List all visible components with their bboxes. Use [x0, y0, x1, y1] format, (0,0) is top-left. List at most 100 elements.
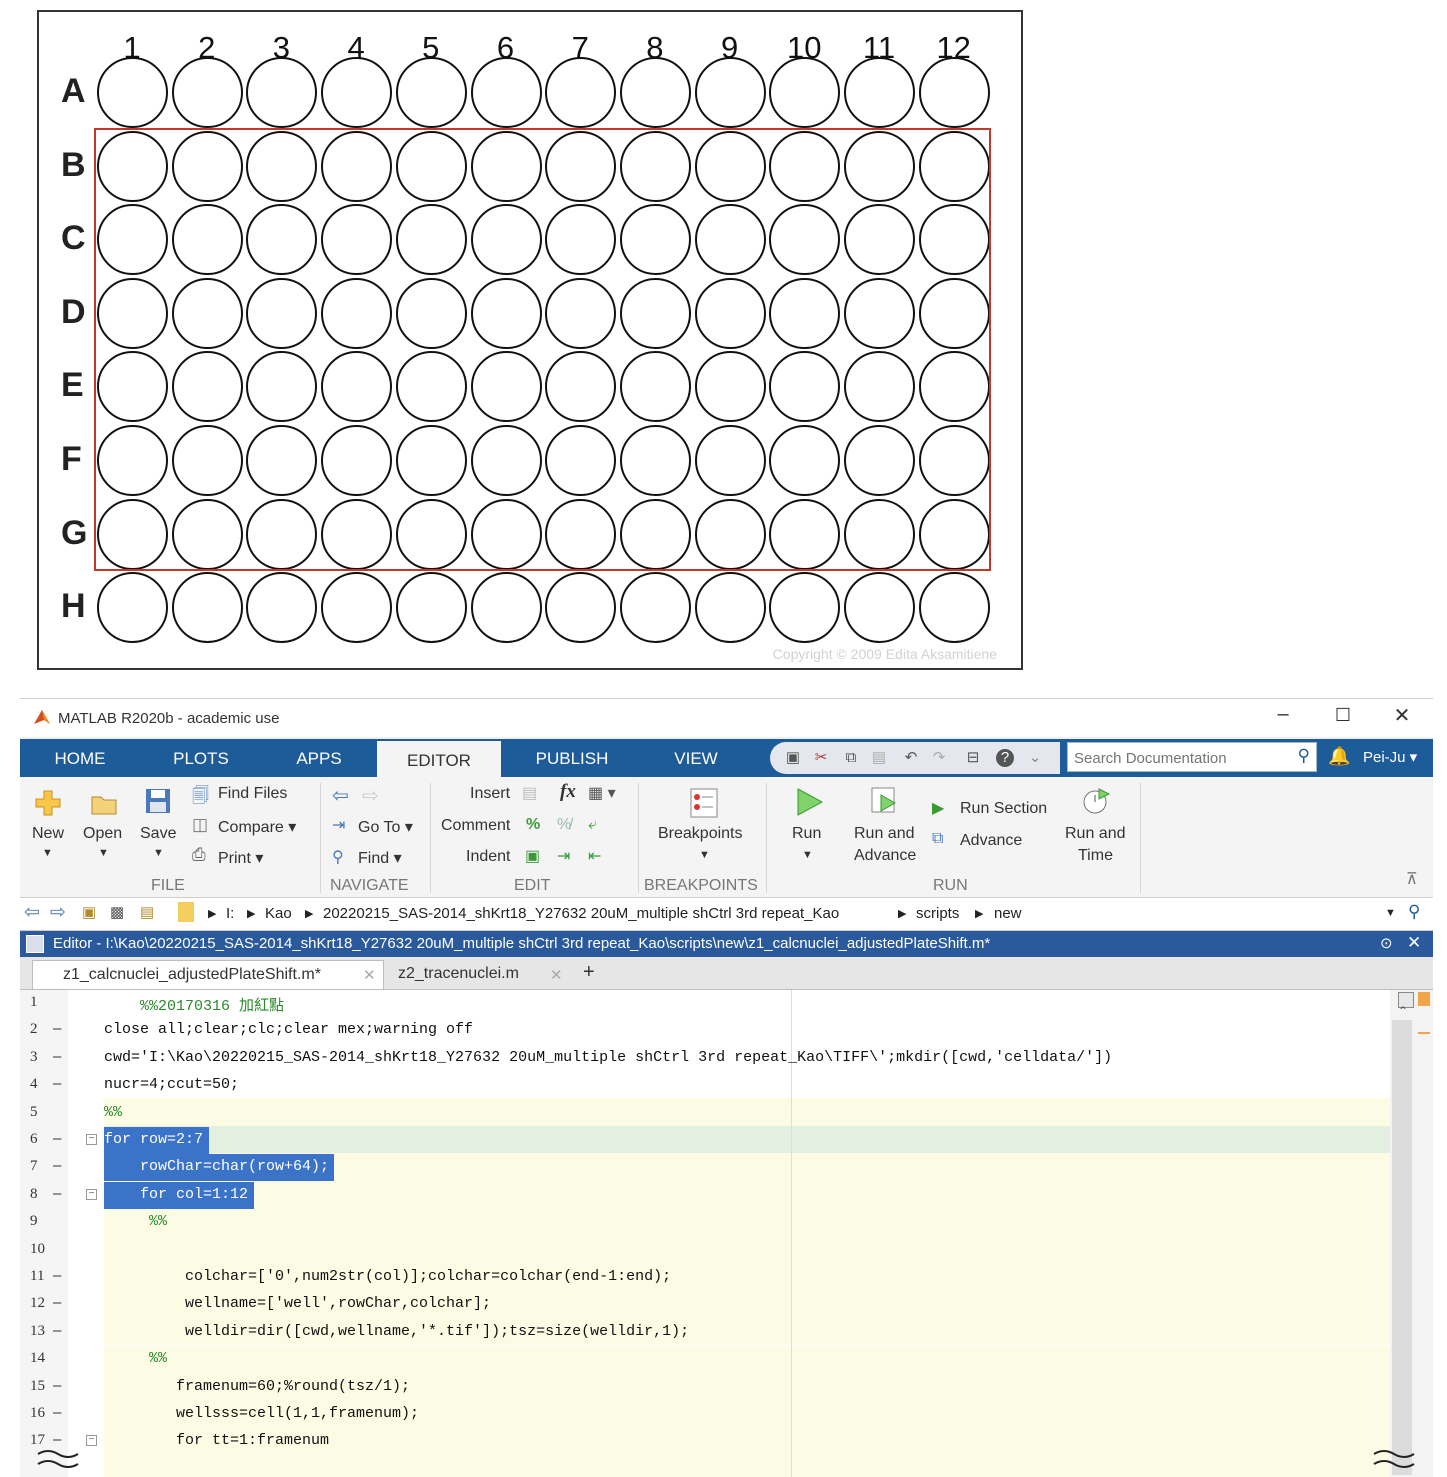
run-section-button[interactable]: Run Section [960, 800, 1047, 818]
compare-button[interactable]: Compare ▾ [218, 817, 296, 837]
run-and-time-button-line2[interactable]: Time [1078, 847, 1113, 865]
code-line[interactable]: 6– − for row=2:7 [20, 1127, 1390, 1154]
breakpoint-marker[interactable]: – [53, 1431, 61, 1448]
collapse-toolstrip-icon[interactable]: ⊼ [1406, 869, 1418, 889]
decrease-indent-icon[interactable]: ⇤ [588, 846, 601, 866]
minimize-button[interactable]: – [1263, 703, 1303, 726]
comment-button[interactable]: Comment [441, 817, 510, 835]
redo-icon[interactable]: ↷ [930, 749, 948, 767]
insert-section-icon[interactable]: ▤ [522, 783, 537, 803]
code-analyzer-indicator[interactable] [1418, 992, 1430, 1006]
breakpoint-marker[interactable]: – [53, 1267, 61, 1284]
code-line[interactable]: 17– − for tt=1:framenum [20, 1428, 1390, 1455]
code-line[interactable]: 10 [20, 1237, 1390, 1264]
breakpoint-marker[interactable]: – [53, 1404, 61, 1421]
wrap-comments-icon[interactable]: ⤶ [588, 816, 597, 834]
scroll-thumb[interactable] [1392, 1020, 1412, 1475]
insert-function-icon[interactable]: fx [560, 781, 576, 803]
advance-button[interactable]: Advance [960, 832, 1022, 850]
editor-actions-icon[interactable]: ⊙ [1380, 934, 1393, 952]
new-button[interactable]: New [32, 825, 64, 843]
open-button[interactable]: Open [83, 825, 122, 843]
code-line[interactable]: 11– colchar=['0',num2str(col)];colchar=c… [20, 1264, 1390, 1291]
path-back-icon[interactable]: ⇦ [24, 901, 40, 924]
path-search-icon[interactable]: ⚲ [1408, 902, 1420, 922]
user-account-menu[interactable]: Pei-Ju ▾ [1363, 748, 1417, 766]
code-line[interactable]: 4– nucr=4;ccut=50; [20, 1072, 1390, 1099]
save-quick-icon[interactable]: ▣ [784, 749, 802, 767]
help-icon[interactable]: ? [996, 749, 1014, 767]
code-line[interactable]: 14 %% [20, 1346, 1390, 1373]
back-arrow-icon[interactable]: ⇦ [332, 783, 349, 808]
breakpoint-marker[interactable]: – [53, 1020, 61, 1037]
save-dropdown-icon[interactable]: ▼ [153, 847, 164, 859]
breakpoint-marker[interactable]: – [53, 1185, 61, 1202]
browse-folder-icon[interactable]: ▩ [110, 903, 124, 921]
search-documentation[interactable]: ⚲ [1067, 742, 1317, 772]
copy-icon[interactable]: ⧉ [842, 749, 860, 767]
code-line[interactable]: 15– framenum=60;%round(tsz/1); [20, 1374, 1390, 1401]
fold-toggle-icon[interactable]: − [86, 1435, 97, 1447]
insert-button[interactable]: Insert [470, 785, 510, 803]
dropdown-chevron-icon[interactable]: ⌄ [1026, 749, 1044, 767]
run-button[interactable]: Run [792, 825, 821, 843]
folder-tree-icon[interactable]: ▤ [140, 903, 154, 921]
close-button[interactable]: ✕ [1382, 703, 1422, 728]
paste-icon[interactable]: ▤ [870, 749, 888, 767]
goto-button[interactable]: Go To ▾ [358, 817, 413, 837]
breakpoint-marker[interactable]: – [53, 1157, 61, 1174]
breakpoint-marker[interactable]: – [53, 1377, 61, 1394]
breadcrumb-experiment[interactable]: 20220215_SAS-2014_shKrt18_Y27632 20uM_mu… [323, 905, 839, 922]
breakpoints-dropdown-icon[interactable]: ▼ [699, 849, 710, 861]
path-dropdown-icon[interactable]: ▼ [1385, 907, 1396, 919]
switch-windows-icon[interactable]: ⊟ [964, 749, 982, 767]
breakpoints-button[interactable]: Breakpoints [658, 825, 743, 843]
code-line[interactable]: 9 %% [20, 1209, 1390, 1236]
print-button[interactable]: Print ▾ [218, 848, 263, 868]
code-line[interactable]: 13– welldir=dir([cwd,wellname,'*.tif']);… [20, 1319, 1390, 1346]
up-folder-icon[interactable]: ▣ [82, 903, 96, 921]
code-line[interactable]: 2– close all;clear;clc;clear mex;warning … [20, 1017, 1390, 1044]
fold-toggle-icon[interactable]: − [86, 1188, 97, 1200]
find-button[interactable]: Find ▾ [358, 848, 402, 868]
save-button[interactable]: Save [140, 825, 176, 843]
run-and-time-button-line1[interactable]: Run and [1065, 825, 1126, 843]
fold-toggle-icon[interactable]: − [86, 1134, 97, 1145]
editor-close-icon[interactable]: ✕ [1407, 933, 1421, 953]
run-dropdown-icon[interactable]: ▼ [802, 849, 813, 861]
new-dropdown-icon[interactable]: ▼ [42, 847, 53, 859]
file-tab[interactable]: z2_tracenuclei.m [388, 960, 568, 989]
code-line[interactable]: 12– wellname=['well',rowChar,colchar]; [20, 1291, 1390, 1318]
tab-editor[interactable]: EDITOR [377, 741, 501, 777]
breakpoint-marker[interactable]: – [53, 1048, 61, 1065]
open-dropdown-icon[interactable]: ▼ [98, 847, 109, 859]
comment-percent-icon[interactable]: % [526, 816, 540, 834]
add-tab-button[interactable]: + [583, 961, 595, 984]
vertical-scrollbar[interactable]: ⌃ [1390, 990, 1433, 1477]
code-editor[interactable]: 1 %%20170316 加紅點 2– close all;clear;clc;cl… [20, 990, 1390, 1477]
tab-home[interactable]: HOME [34, 739, 126, 777]
find-files-button[interactable]: Find Files [218, 785, 287, 803]
tab-close-icon[interactable]: ✕ [550, 966, 563, 984]
code-line[interactable]: 1 %%20170316 加紅點 [20, 990, 1390, 1017]
insert-format-icon[interactable]: ▦ ▾ [588, 783, 616, 803]
breadcrumb-new[interactable]: new [994, 905, 1022, 922]
run-and-advance-button-line2[interactable]: Advance [854, 847, 916, 865]
code-line[interactable]: 7– rowChar=char(row+64); [20, 1154, 1390, 1182]
indent-button[interactable]: Indent [466, 848, 510, 866]
code-line[interactable]: 8– − for col=1:12 [20, 1181, 1390, 1209]
path-forward-icon[interactable]: ⇨ [50, 901, 66, 924]
notification-bell-icon[interactable]: 🔔 [1328, 746, 1350, 767]
tab-close-icon[interactable]: ✕ [363, 966, 376, 984]
increase-indent-icon[interactable]: ⇥ [557, 846, 570, 866]
breadcrumb-scripts[interactable]: scripts [916, 905, 959, 922]
code-line[interactable]: 3– cwd='I:\Kao\20220215_SAS-2014_shKrt18_… [20, 1045, 1390, 1072]
breadcrumb-kao[interactable]: Kao [265, 905, 292, 922]
file-tab-active[interactable]: z1_calcnuclei_adjustedPlateShift.m* [32, 960, 384, 989]
run-and-advance-button-line1[interactable]: Run and [854, 825, 915, 843]
code-line[interactable]: 16– wellsss=cell(1,1,framenum); [20, 1401, 1390, 1428]
breadcrumb-drive[interactable]: I: [226, 905, 234, 922]
forward-arrow-icon[interactable]: ⇨ [362, 783, 379, 808]
warning-marker[interactable] [1418, 1032, 1430, 1034]
breakpoint-marker[interactable]: – [53, 1294, 61, 1311]
